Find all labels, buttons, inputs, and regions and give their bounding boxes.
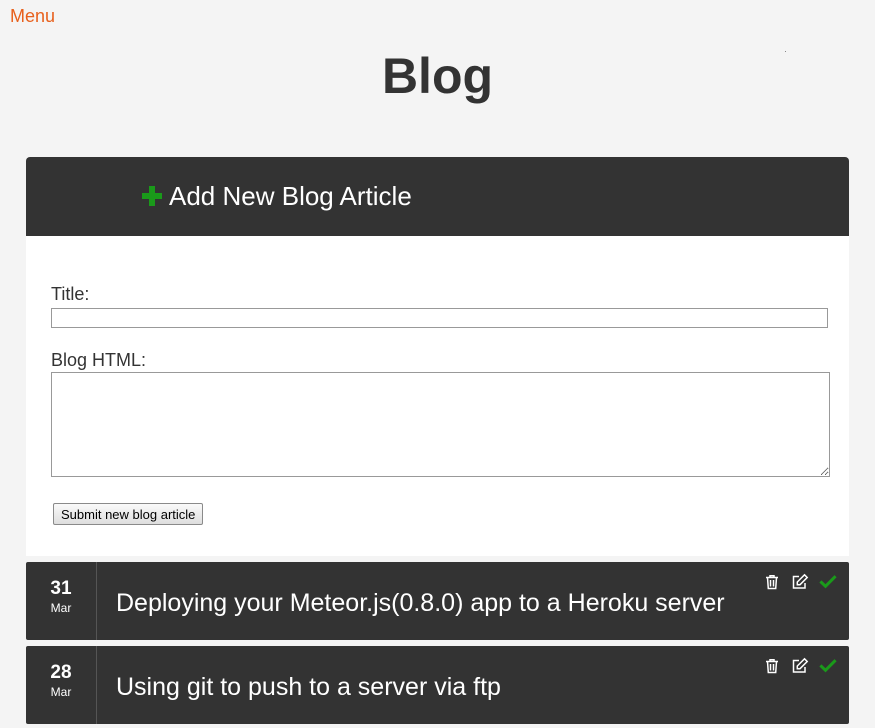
article-actions: [753, 573, 837, 591]
title-input[interactable]: [51, 308, 828, 328]
menu-link[interactable]: Menu: [10, 6, 55, 27]
article-title[interactable]: Deploying your Meteor.js(0.8.0) app to a…: [116, 588, 725, 618]
article-month: Mar: [50, 685, 72, 699]
blog-html-textarea[interactable]: [51, 372, 830, 477]
page-title: Blog: [381, 48, 494, 104]
article-item: 31 Mar Deploying your Meteor.js(0.8.0) a…: [26, 562, 849, 640]
article-title[interactable]: Using git to push to a server via ftp: [116, 672, 501, 702]
article-date: 28 Mar: [26, 646, 97, 724]
plus-icon: [142, 186, 162, 206]
add-article-toggle[interactable]: Add New Blog Article: [142, 181, 412, 211]
trash-icon[interactable]: [763, 657, 781, 675]
article-date: 31 Mar: [26, 562, 97, 640]
article-day: 31: [50, 578, 72, 599]
article-day: 28: [50, 662, 72, 683]
add-article-heading: Add New Blog Article: [169, 181, 412, 211]
check-icon[interactable]: [819, 573, 837, 591]
check-icon[interactable]: [819, 657, 837, 675]
blog-html-label: Blog HTML:: [51, 350, 147, 370]
title-label: Title:: [51, 284, 90, 304]
add-article-panel: Add New Blog Article: [26, 157, 849, 236]
edit-icon[interactable]: [791, 573, 809, 591]
submit-article-button[interactable]: Submit new blog article: [53, 503, 204, 525]
article-month: Mar: [50, 601, 72, 615]
add-article-form: Title: Blog HTML: Submit new blog articl…: [26, 236, 849, 556]
trash-icon[interactable]: [763, 573, 781, 591]
article-actions: [753, 657, 837, 675]
edit-icon[interactable]: [791, 657, 809, 675]
article-item: 28 Mar Using git to push to a server via…: [26, 646, 849, 724]
